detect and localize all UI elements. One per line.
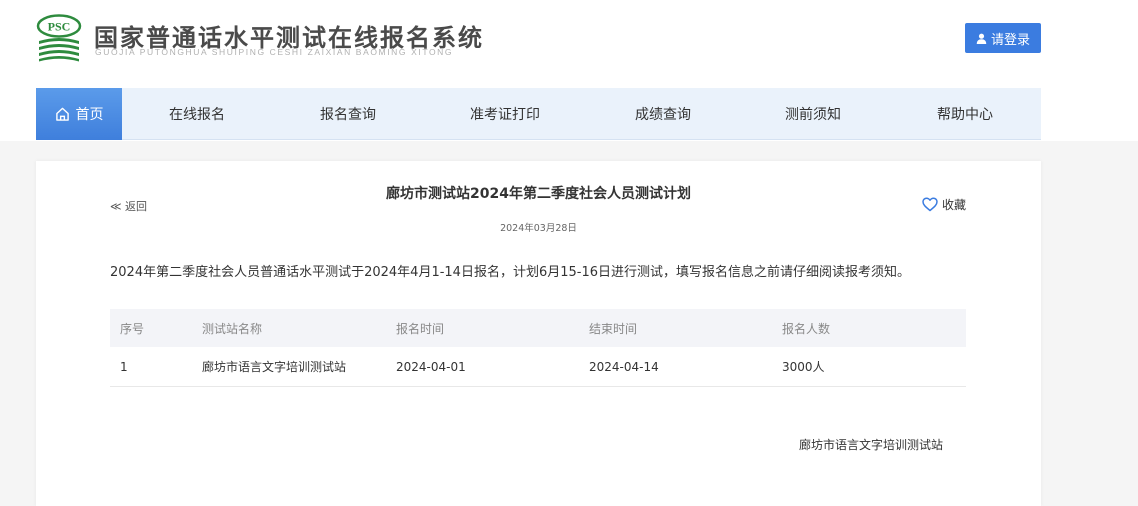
nav-item-score-query[interactable]: 成绩查询 [613, 88, 713, 140]
cell-index: 1 [120, 359, 128, 374]
cell-station: 廊坊市语言文字培训测试站 [202, 360, 347, 374]
article-title: 廊坊市测试站2024年第二季度社会人员测试计划 [386, 186, 691, 202]
article-signature: 廊坊市语言文字培训测试站 [799, 438, 944, 452]
cell-end: 2024-04-14 [589, 359, 659, 374]
login-button[interactable]: 请登录 [965, 23, 1041, 53]
nav-item-help-center[interactable]: 帮助中心 [915, 88, 1015, 140]
login-label: 请登录 [990, 32, 1030, 48]
col-header-start: 报名时间 [396, 321, 445, 336]
col-header-station: 测试站名称 [202, 321, 263, 336]
home-icon [55, 107, 69, 121]
table-header: 序号 测试站名称 报名时间 结束时间 报名人数 [110, 309, 966, 347]
favorite-label: 收藏 [942, 198, 967, 212]
col-header-end: 结束时间 [589, 321, 638, 336]
nav-item-register-query[interactable]: 报名查询 [298, 88, 398, 140]
psc-logo: PSC [36, 14, 82, 62]
site-header: PSC 国家普通话水平测试在线报名系统 GUOJIA PUTONGHUA SHU… [0, 0, 1138, 141]
logo-text: PSC [48, 20, 71, 34]
article-card: ≪ 返回 廊坊市测试站2024年第二季度社会人员测试计划 2024年03月28日… [36, 161, 1041, 506]
cell-start: 2024-04-01 [396, 359, 466, 374]
table-row: 1 廊坊市语言文字培训测试站 2024-04-01 2024-04-14 300… [110, 347, 966, 387]
nav-item-admission-print[interactable]: 准考证打印 [455, 88, 555, 140]
col-header-index: 序号 [120, 321, 145, 336]
cell-count: 3000人 [782, 360, 825, 374]
nav-label: 首页 [75, 107, 104, 123]
user-icon [976, 33, 987, 44]
article-intro: 2024年第二季度社会人员普通话水平测试于2024年4月1-14日报名，计划6月… [110, 265, 910, 280]
nav-item-pretest-notice[interactable]: 测前须知 [763, 88, 863, 140]
nav-item-online-register[interactable]: 在线报名 [147, 88, 247, 140]
article-date: 2024年03月28日 [500, 223, 577, 234]
main-nav: 首页 在线报名 报名查询 准考证打印 成绩查询 测前须知 帮助中心 [36, 88, 1041, 140]
favorite-button[interactable]: 收藏 [922, 196, 966, 213]
nav-item-home[interactable]: 首页 [36, 88, 122, 140]
site-subtitle: GUOJIA PUTONGHUA SHUIPING CESHI ZAIXIAN … [95, 47, 454, 57]
heart-icon [922, 197, 938, 212]
test-plan-table: 序号 测试站名称 报名时间 结束时间 报名人数 1 廊坊市语言文字培训测试站 2… [110, 309, 966, 387]
col-header-count: 报名人数 [782, 321, 831, 336]
